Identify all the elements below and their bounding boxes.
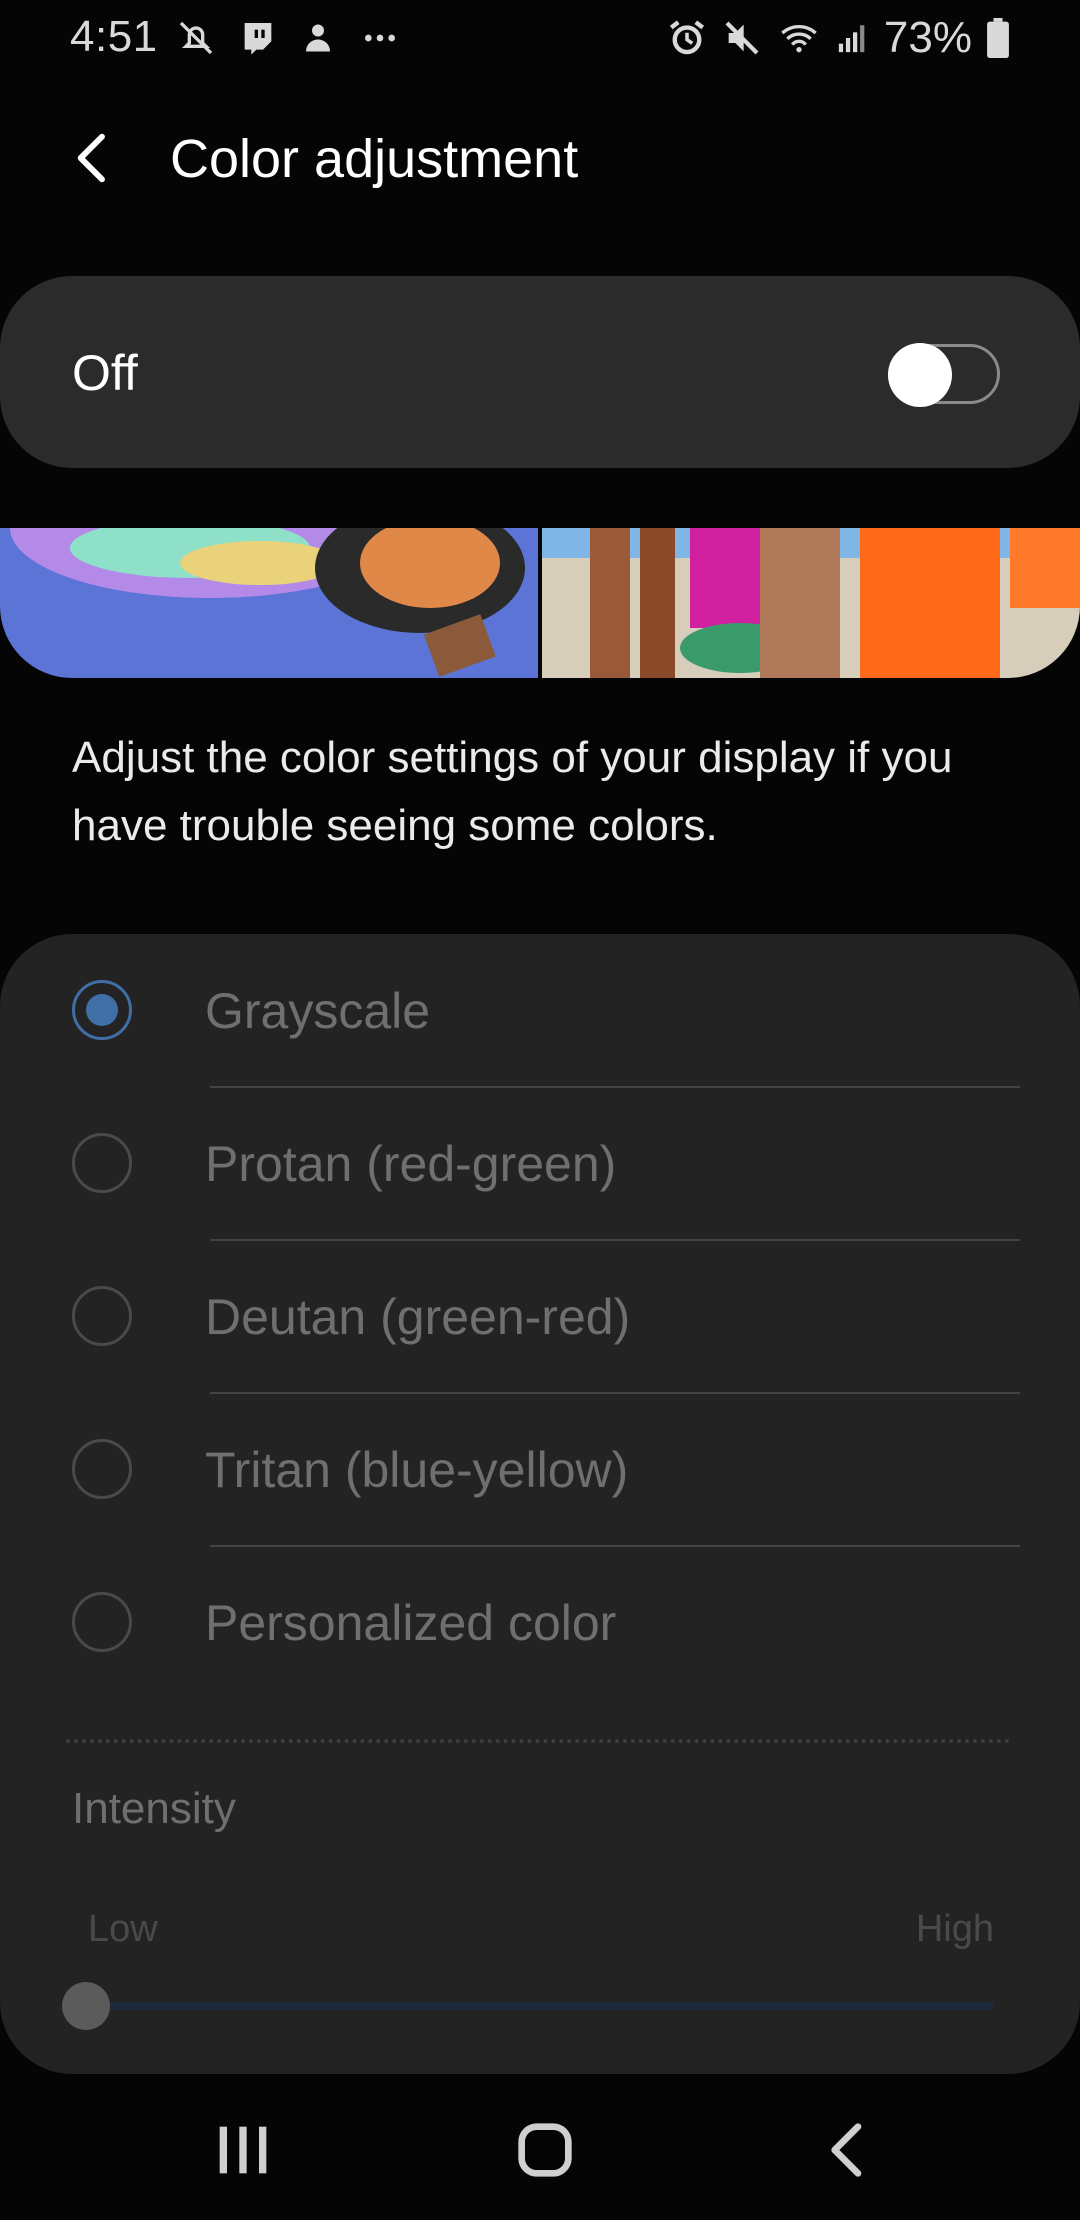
master-toggle-card[interactable]: Off: [0, 276, 1080, 468]
intensity-slider-thumb[interactable]: [62, 1982, 110, 2030]
notifications-off-icon: [179, 21, 213, 55]
master-toggle-label: Off: [72, 345, 138, 401]
intensity-slider-track[interactable]: [86, 2002, 994, 2010]
option-label: Protan (red-green): [205, 1136, 617, 1192]
radio-protan[interactable]: [72, 1133, 132, 1193]
option-label: Tritan (blue-yellow): [205, 1442, 629, 1498]
navigation-bar: [0, 2080, 1080, 2220]
description-text: Adjust the color settings of your displa…: [72, 733, 953, 850]
radio-grayscale[interactable]: [72, 980, 132, 1040]
option-personalized-color[interactable]: Personalized color: [0, 1546, 1080, 1699]
option-tritan[interactable]: Tritan (blue-yellow): [0, 1393, 1080, 1547]
nav-back-icon[interactable]: [808, 2110, 888, 2190]
battery-icon: [987, 18, 1009, 58]
dotted-divider: [66, 1739, 1010, 1743]
option-deutan[interactable]: Deutan (green-red): [0, 1240, 1080, 1394]
back-arrow-icon[interactable]: [62, 126, 126, 190]
signal-icon: [838, 25, 865, 53]
preview-illustration: [0, 528, 1080, 678]
slider-high-label: High: [915, 1908, 994, 1950]
slider-low-label: Low: [88, 1908, 158, 1950]
master-switch[interactable]: [888, 343, 1000, 407]
option-protan[interactable]: Protan (red-green): [0, 1087, 1080, 1241]
twitch-icon: [244, 23, 272, 55]
radio-tritan[interactable]: [72, 1439, 132, 1499]
battery-percent: 73%: [883, 13, 972, 62]
color-options-card: Grayscale Protan (red-green) Deutan (gre…: [0, 934, 1080, 2074]
option-label: Deutan (green-red): [205, 1289, 631, 1345]
app-bar: Color adjustment: [0, 110, 1080, 206]
preview-image-strip: [0, 528, 1080, 678]
status-bar: 4:51 73%: [0, 0, 1080, 76]
mute-icon: [725, 21, 759, 55]
option-label: Personalized color: [205, 1595, 617, 1651]
wifi-icon: [781, 25, 817, 53]
status-right-icons: 73%: [666, 13, 1010, 62]
app-icon: [306, 24, 330, 52]
beach-image: [590, 528, 630, 678]
home-icon[interactable]: [505, 2110, 585, 2190]
radio-personalized-color[interactable]: [72, 1592, 132, 1652]
status-left-icons: [176, 14, 402, 62]
screen: 4:51 73% Color adjustment Off Adjust the…: [0, 0, 1080, 2220]
switch-knob: [888, 343, 952, 407]
more-dots-icon: [365, 34, 395, 42]
option-grayscale[interactable]: Grayscale: [0, 934, 1080, 1088]
option-label: Grayscale: [205, 983, 431, 1039]
alarm-icon: [669, 20, 704, 55]
status-time: 4:51: [70, 12, 158, 61]
recents-icon[interactable]: [203, 2110, 283, 2190]
intensity-title: Intensity: [72, 1784, 236, 1833]
page-title: Color adjustment: [170, 129, 579, 189]
radio-deutan[interactable]: [72, 1286, 132, 1346]
